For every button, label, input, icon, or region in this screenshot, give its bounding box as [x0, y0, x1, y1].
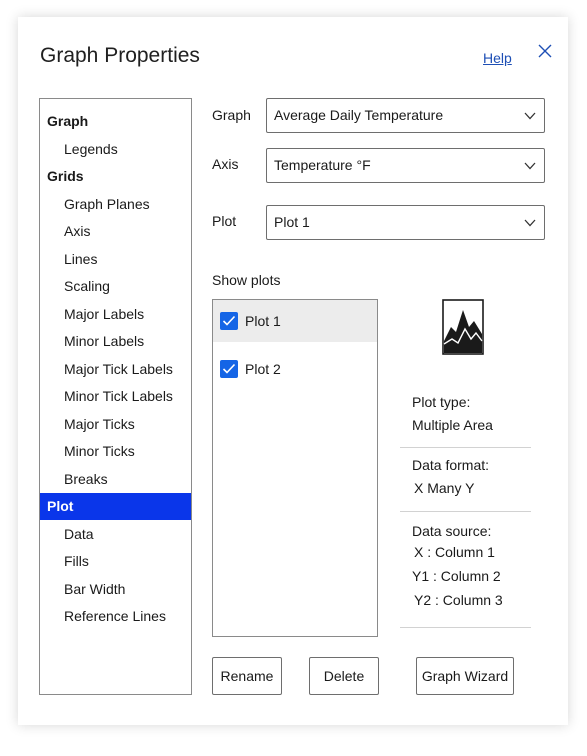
graph-select[interactable]: Average Daily Temperature: [266, 98, 545, 133]
nav-item-major-tick-labels[interactable]: Major Tick Labels: [40, 356, 191, 383]
data-format-label: Data format:: [412, 457, 490, 473]
plot-select-value: Plot 1: [274, 214, 310, 230]
data-source-y2: Y2 : Column 3: [414, 592, 503, 608]
graph-field-label: Graph: [212, 107, 251, 123]
plot-type-label: Plot type:: [412, 394, 471, 410]
show-plots-list: Plot 1 Plot 2: [212, 299, 378, 637]
nav-item-graph[interactable]: Graph: [40, 108, 191, 135]
plot-1-label: Plot 1: [245, 313, 281, 329]
help-link[interactable]: Help: [483, 50, 512, 66]
nav-item-bar-width[interactable]: Bar Width: [40, 576, 191, 603]
data-source-label: Data source:: [412, 523, 492, 539]
area-chart-icon: [442, 299, 484, 355]
nav-item-grids[interactable]: Grids: [40, 163, 191, 190]
nav-item-graph-planes[interactable]: Graph Planes: [40, 191, 191, 218]
plot-row-1[interactable]: Plot 1: [213, 300, 377, 342]
plot-field-label: Plot: [212, 213, 237, 229]
nav-item-legends[interactable]: Legends: [40, 136, 191, 163]
plot-1-checkbox[interactable]: [220, 312, 238, 330]
nav-item-axis[interactable]: Axis: [40, 218, 191, 245]
close-icon[interactable]: [536, 42, 554, 60]
info-divider: [400, 511, 531, 512]
delete-button[interactable]: Delete: [309, 657, 379, 695]
nav-item-data[interactable]: Data: [40, 521, 191, 548]
nav-item-reference-lines[interactable]: Reference Lines: [40, 603, 191, 630]
plot-select[interactable]: Plot 1: [266, 205, 545, 240]
plot-2-checkbox[interactable]: [220, 360, 238, 378]
nav-item-minor-labels[interactable]: Minor Labels: [40, 328, 191, 355]
rename-button[interactable]: Rename: [212, 657, 282, 695]
plot-type-value: Multiple Area: [412, 417, 493, 433]
nav-item-major-ticks[interactable]: Major Ticks: [40, 411, 191, 438]
chevron-down-icon: [524, 162, 536, 170]
nav-item-major-labels[interactable]: Major Labels: [40, 301, 191, 328]
plot-row-2[interactable]: Plot 2: [213, 348, 377, 390]
nav-item-scaling[interactable]: Scaling: [40, 273, 191, 300]
nav-item-plot[interactable]: Plot: [40, 493, 191, 520]
info-divider: [400, 447, 531, 448]
plot-2-label: Plot 2: [245, 361, 281, 377]
dialog-title: Graph Properties: [40, 44, 200, 67]
graph-wizard-button[interactable]: Graph Wizard: [416, 657, 514, 695]
chevron-down-icon: [524, 219, 536, 227]
nav-item-lines[interactable]: Lines: [40, 246, 191, 273]
nav-item-minor-ticks[interactable]: Minor Ticks: [40, 438, 191, 465]
axis-select[interactable]: Temperature °F: [266, 148, 545, 183]
graph-properties-dialog: Graph Properties Help Graph Legends Grid…: [18, 17, 568, 725]
data-format-value: X Many Y: [414, 480, 475, 496]
show-plots-label: Show plots: [212, 272, 281, 288]
axis-select-value: Temperature °F: [274, 157, 371, 173]
axis-field-label: Axis: [212, 156, 239, 172]
nav-item-minor-tick-labels[interactable]: Minor Tick Labels: [40, 383, 191, 410]
chevron-down-icon: [524, 112, 536, 120]
data-source-x: X : Column 1: [414, 544, 495, 560]
nav-item-breaks[interactable]: Breaks: [40, 466, 191, 493]
data-source-y1: Y1 : Column 2: [412, 568, 501, 584]
graph-select-value: Average Daily Temperature: [274, 107, 444, 123]
info-divider: [400, 627, 531, 628]
nav-item-fills[interactable]: Fills: [40, 548, 191, 575]
properties-nav-list: Graph Legends Grids Graph Planes Axis Li…: [39, 98, 192, 695]
